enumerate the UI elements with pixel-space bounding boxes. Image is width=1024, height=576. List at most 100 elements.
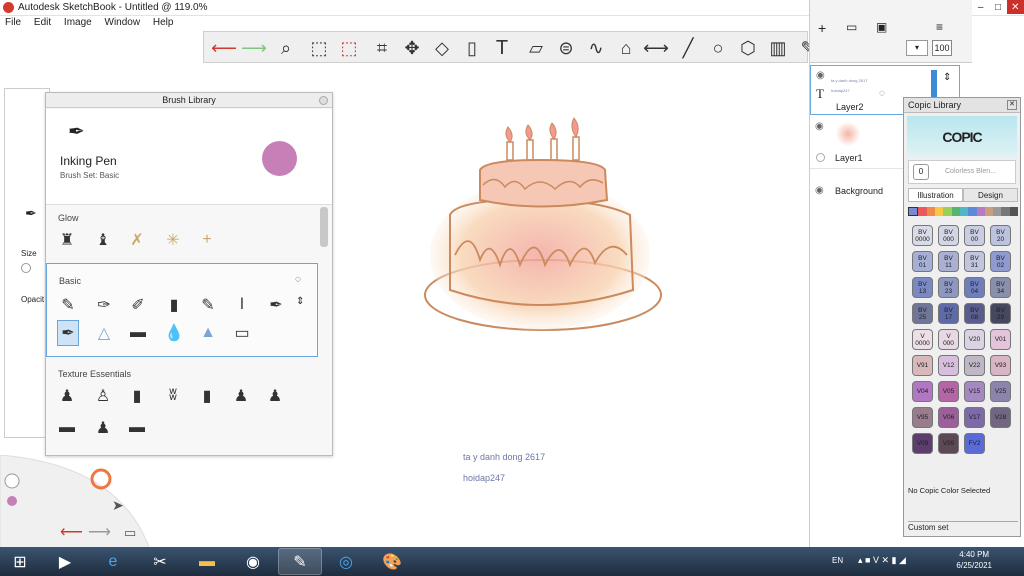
select-rect-icon[interactable]: ⬚ [307,36,331,60]
file-explorer-icon[interactable]: ▬ [187,548,227,575]
custom-set[interactable]: Custom set [908,521,1018,534]
copic-swatch[interactable]: V22 [964,355,985,376]
image-icon[interactable]: ▣ [876,20,887,34]
copic-swatch[interactable]: V04 [912,381,933,402]
language-indicator[interactable]: EN [832,556,843,565]
copic-swatch[interactable]: V06 [938,407,959,428]
copic-swatch[interactable]: BV 34 [990,277,1011,298]
copic-swatch[interactable]: V20 [964,329,985,350]
eye-icon[interactable]: ◉ [816,70,825,81]
glow-brush-icon[interactable]: ♜ [56,227,78,253]
menu-window[interactable]: Window [100,16,146,29]
glow-brush-icon[interactable]: ✳ [162,227,184,253]
copic-swatch[interactable]: V99 [938,433,959,454]
symmetry-icon[interactable]: ⟷ [643,36,669,60]
redo-icon[interactable]: ⟶ [241,36,267,60]
texture-brush-icon[interactable]: ♟ [264,383,286,409]
reorder-icon[interactable]: ⇕ [943,72,951,83]
perspective-icon[interactable]: ⌂ [614,36,638,60]
circle-icon[interactable]: ○ [706,36,730,60]
copic-swatch[interactable]: BV 29 [990,303,1011,324]
copic-swatch[interactable]: V 000 [938,329,959,350]
tab-illustration[interactable]: Illustration [908,188,963,202]
ellipse-guide-icon[interactable]: ⊜ [554,36,578,60]
brush-color-swatch[interactable] [262,141,297,176]
copic-swatch[interactable]: FV2 [964,433,985,454]
zalo-icon[interactable]: ◎ [326,548,366,575]
french-curve-icon[interactable]: ∿ [584,36,608,60]
texture-brush-icon[interactable]: ▮ [196,383,218,409]
texture-brush-icon[interactable]: ʬ [162,383,184,409]
start-button[interactable]: ⊞ [0,548,40,575]
copic-swatch[interactable]: V17 [964,407,985,428]
brush-icon[interactable]: ǀ [231,292,253,318]
copic-swatch[interactable]: V95 [912,407,933,428]
glow-brush-icon[interactable]: + [196,227,218,253]
copic-swatch[interactable]: BV 31 [964,251,985,272]
close-button[interactable]: ✕ [1006,0,1024,14]
layer-radio[interactable] [816,153,825,162]
texture-brush-icon[interactable]: ▬ [126,415,148,441]
brush-icon[interactable]: ✒ [265,292,287,318]
menu-icon[interactable]: ≡ [936,20,943,34]
menu-help[interactable]: Help [148,16,179,29]
tab-design[interactable]: Design [963,188,1018,202]
shape-icon[interactable]: ⬡ [736,36,760,60]
sketchbook-taskbar-icon[interactable]: ✎ [278,548,322,575]
chrome-icon[interactable]: ◉ [233,548,273,575]
copic-swatch[interactable]: BV 11 [938,251,959,272]
copic-swatch[interactable]: BV 17 [938,303,959,324]
copic-swatch[interactable]: BV 00 [964,225,985,246]
brush-icon[interactable]: ✑ [93,292,115,318]
copic-swatch[interactable]: BV 25 [912,303,933,324]
copic-swatch[interactable]: V01 [990,329,1011,350]
tray-icons[interactable]: ▴ ■ V ✕ ▮ ◢ [858,555,906,566]
copic-swatch[interactable]: BV 02 [990,251,1011,272]
fill-icon[interactable]: ▯ [460,36,484,60]
copic-swatch[interactable]: BV 23 [938,277,959,298]
snipping-tool-icon[interactable]: ✂ [140,548,180,575]
texture-brush-icon[interactable]: ♟ [56,383,78,409]
copic-swatch[interactable]: V 0000 [912,329,933,350]
undo-icon[interactable]: ⟵ [211,36,237,60]
stroke-icon[interactable]: ╱ [676,36,700,60]
size-slider[interactable] [21,263,31,273]
opacity-value[interactable]: 100 [932,40,952,56]
copic-swatch[interactable]: V28 [990,407,1011,428]
close-icon[interactable] [319,96,328,105]
brush-icon[interactable]: ▭ [231,320,253,346]
copic-swatch[interactable]: BV 20 [990,225,1011,246]
menu-image[interactable]: Image [59,16,97,29]
glow-brush-icon[interactable]: ♝ [92,227,114,253]
brush-icon[interactable]: △ [93,320,115,346]
copic-swatch[interactable]: BV 13 [912,277,933,298]
folder-icon[interactable]: ▭ [846,20,857,34]
copic-swatch[interactable]: BV 0000 [912,225,933,246]
brush-icon[interactable]: ▮ [163,292,185,318]
brush-icon[interactable]: ✎ [197,292,219,318]
menu-file[interactable]: File [0,16,26,29]
clock[interactable]: 4:40 PM 6/25/2021 [956,549,992,571]
texture-brush-icon[interactable]: ♟ [92,415,114,441]
inking-pen-selected-icon[interactable]: ✒ [57,320,79,346]
scrollbar[interactable] [320,207,328,247]
internet-explorer-icon[interactable]: e [93,548,133,575]
close-icon[interactable]: ✕ [1007,100,1017,110]
text-icon[interactable]: T [490,36,514,60]
brush-icon[interactable]: ✎ [57,292,79,318]
copic-swatch[interactable]: V09 [912,433,933,454]
ruler-icon[interactable]: ▱ [524,36,548,60]
copic-swatch[interactable]: V15 [964,381,985,402]
distort-icon[interactable]: ◇ [430,36,454,60]
copic-swatch[interactable]: V12 [938,355,959,376]
copic-swatch[interactable]: BV 000 [938,225,959,246]
copic-swatch[interactable]: V93 [990,355,1011,376]
media-player-icon[interactable]: ▶ [45,548,85,575]
texture-brush-icon[interactable]: ♙ [92,383,114,409]
texture-brush-icon[interactable]: ▮ [126,383,148,409]
copic-icon[interactable]: ▥ [766,36,790,60]
brush-icon[interactable]: ▬ [127,320,149,346]
eye-icon[interactable]: ◉ [815,121,824,132]
copic-swatch[interactable]: BV 01 [912,251,933,272]
expand-icon[interactable]: ⇕ [296,296,304,307]
